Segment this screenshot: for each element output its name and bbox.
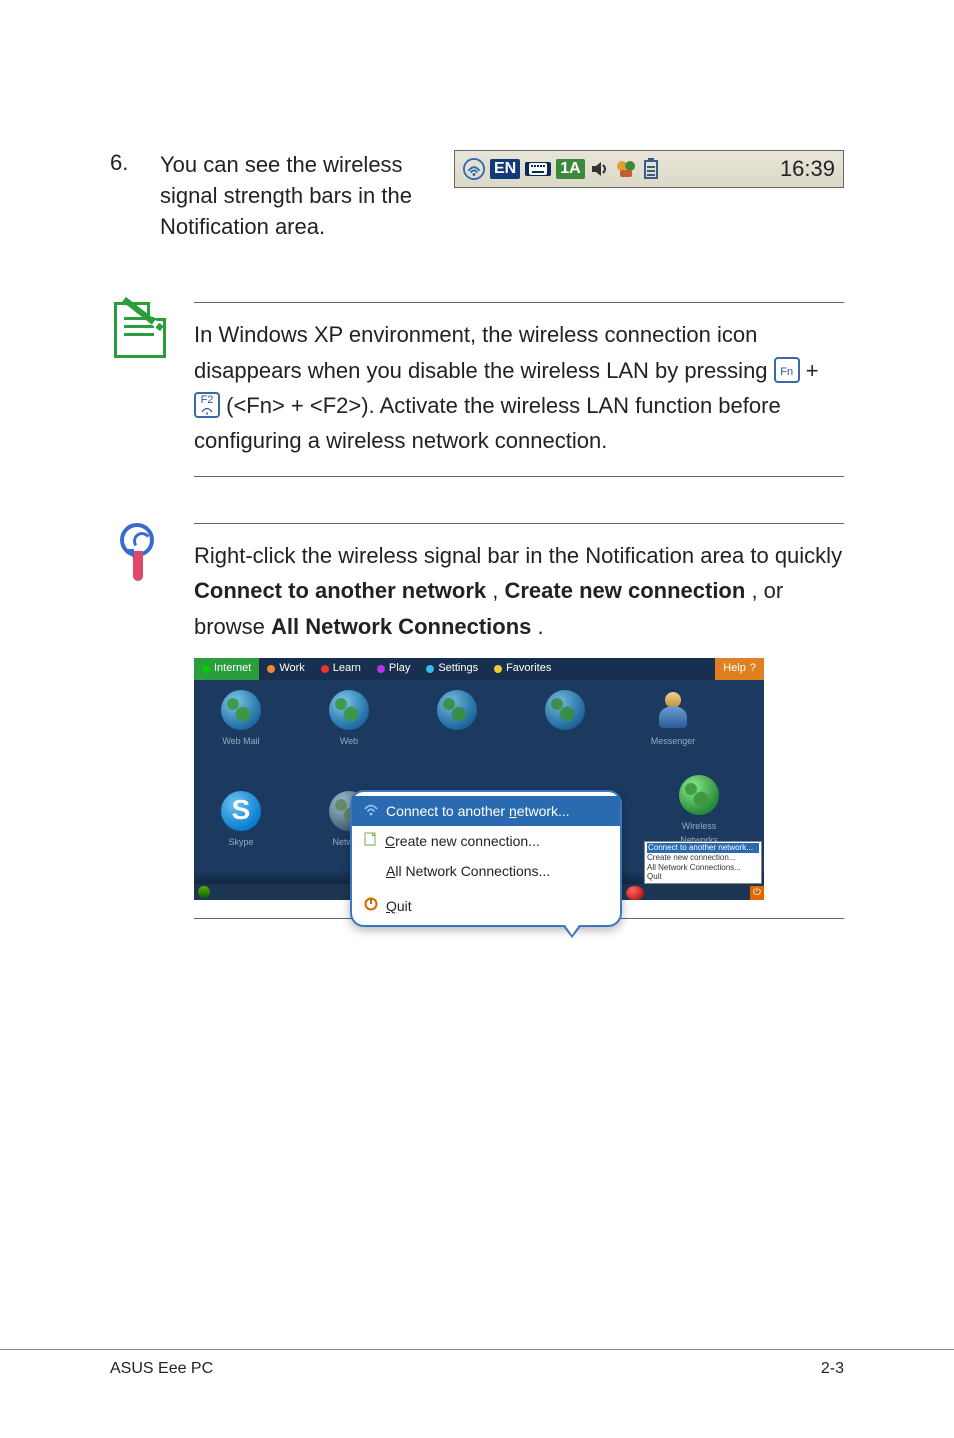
system-tray: EN 1A 16:39 [454,150,844,188]
ime-en-icon: EN [490,159,520,179]
note-line1: In Windows XP environment, the wireless … [194,322,774,382]
context-connect-another[interactable]: Connect to another network... [352,796,620,826]
footer-left: ASUS Eee PC [110,1360,213,1378]
note-line2: (<Fn> + <F2>). Activate the wireless LAN… [194,393,781,453]
tip-text-before: Right-click the wireless signal bar in t… [194,543,842,568]
asus-tray-icon [615,159,637,179]
launcher-wireless[interactable]: Wireless Networks [664,775,734,848]
power-menu-icon [364,895,378,917]
step-6-text: You can see the wireless signal strength… [160,150,432,242]
tip-end: . [538,614,544,639]
launcher-web[interactable]: Web [314,690,384,769]
app-tabbar: Internet Work Learn Play Settings Favori… [194,658,764,680]
ime-mode-icon: 1A [556,159,584,179]
page-footer: ASUS Eee PC 2-3 [0,1349,954,1378]
context-quit[interactable]: Quit [352,891,620,921]
note-text: In Windows XP environment, the wireless … [194,302,844,477]
start-button-icon[interactable] [198,886,210,898]
tip-icon [119,523,161,585]
context-item-label: Connect to another network... [386,800,570,822]
step-6-row: 6. You can see the wireless signal stren… [110,150,844,242]
tip-bold2: Create new connection [504,578,745,603]
launcher-hidden1[interactable] [422,690,492,769]
tip-callout: Right-click the wireless signal bar in t… [110,523,844,919]
mini-volume-icon[interactable] [626,886,644,900]
volume-tray-icon [590,160,610,178]
context-item-label: Create new connection... [385,830,540,852]
f2-keycap-icon: F2 [194,392,220,418]
mini-tooltip-line2: Create new connection... [647,853,736,862]
tab-work[interactable]: Work [259,658,312,680]
document-menu-icon [364,830,377,852]
mini-tooltip-line1: Connect to another network... [647,843,759,853]
launcher-messenger[interactable]: Messenger [638,690,708,769]
mini-context-tooltip: Connect to another network... Create new… [644,841,762,883]
tip-bold3: All Network Connections [271,614,531,639]
note-callout: In Windows XP environment, the wireless … [110,302,844,477]
battery-tray-icon [642,158,660,180]
keyboard-tray-icon [525,162,551,176]
tip-bold1: Connect to another network [194,578,486,603]
step-6-number: 6. [110,150,138,176]
tab-settings[interactable]: Settings [418,658,486,680]
tab-internet[interactable]: Internet [194,658,259,680]
note-plus: + [806,358,819,383]
context-menu: Connect to another network... Create new… [350,790,622,928]
tab-favorites[interactable]: Favorites [486,658,559,680]
tip-body: Right-click the wireless signal bar in t… [194,523,844,919]
tab-learn[interactable]: Learn [313,658,369,680]
fn-keycap-icon: Fn [774,357,800,383]
eee-pc-screenshot: Internet Work Learn Play Settings Favori… [194,658,764,900]
wifi-menu-icon [364,800,378,822]
mini-tooltip-line4: Quit [647,872,662,881]
mini-tooltip-line3: All Network Connections... [647,863,741,872]
tab-play[interactable]: Play [369,658,418,680]
mini-power-icon[interactable]: ⏻ [750,886,764,900]
tab-help[interactable]: Help ? [715,658,764,680]
wifi-tray-icon [463,158,485,180]
context-item-label: Quit [386,895,412,917]
tip-sep1: , [492,578,504,603]
launcher-hidden2[interactable] [530,690,600,769]
launcher-skype[interactable]: SSkype [206,791,276,870]
launcher-webmail[interactable]: Web Mail [206,690,276,769]
tray-clock: 16:39 [780,156,835,182]
context-item-label: All Network Connections... [386,860,550,882]
note-icon [114,302,166,358]
context-create-new[interactable]: Create new connection... [352,826,620,856]
context-all-connections[interactable]: All Network Connections... [352,856,620,886]
footer-right: 2-3 [821,1360,844,1378]
